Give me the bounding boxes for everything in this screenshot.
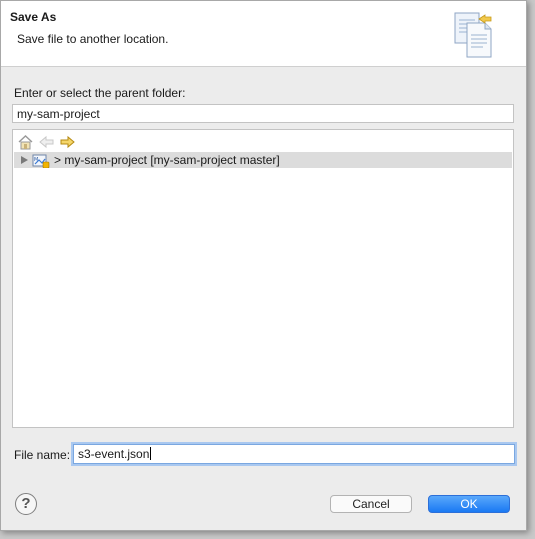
file-name-input[interactable]: s3-event.json	[71, 442, 517, 466]
expand-triangle-icon[interactable]	[18, 152, 32, 168]
cancel-button[interactable]: Cancel	[330, 495, 412, 513]
file-name-label: File name:	[14, 448, 71, 462]
save-as-dialog: Save As Save file to another location. E…	[0, 0, 527, 531]
project-folder-icon: M	[32, 152, 50, 169]
help-button[interactable]: ?	[15, 493, 37, 515]
back-arrow-icon[interactable]	[38, 134, 55, 150]
tree-item-my-sam-project[interactable]: M > my-sam-project [my-sam-project maste…	[14, 152, 512, 169]
text-caret	[150, 447, 152, 460]
save-as-banner-icon	[451, 9, 497, 61]
dialog-header: Save As Save file to another location.	[1, 1, 526, 67]
tree-toolbar	[17, 134, 76, 150]
ok-button[interactable]: OK	[428, 495, 510, 513]
folder-tree[interactable]: M > my-sam-project [my-sam-project maste…	[12, 129, 514, 428]
parent-folder-input[interactable]: my-sam-project	[12, 104, 514, 123]
file-name-value: s3-event.json	[78, 447, 150, 461]
dialog-description: Save file to another location.	[17, 32, 169, 46]
forward-arrow-icon[interactable]	[59, 134, 76, 150]
home-icon[interactable]	[17, 134, 34, 150]
dialog-title: Save As	[10, 10, 57, 24]
parent-folder-label: Enter or select the parent folder:	[14, 86, 186, 100]
tree-item-label: > my-sam-project [my-sam-project master]	[54, 153, 280, 167]
